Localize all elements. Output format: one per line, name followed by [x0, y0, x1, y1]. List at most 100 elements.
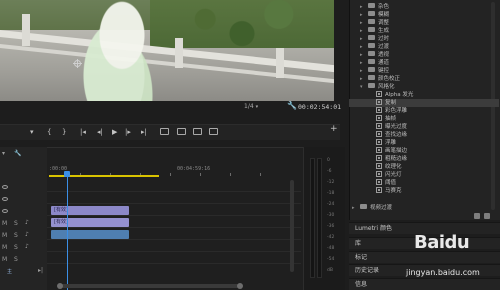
mute-icon[interactable]: M: [2, 256, 7, 263]
chevron-right-icon[interactable]: ▸: [360, 27, 366, 35]
chevron-right-icon[interactable]: ▸: [360, 19, 366, 27]
clip-label: [有效]: [54, 207, 68, 213]
effect-item[interactable]: ▸ 生成: [349, 27, 499, 35]
chevron-right-icon[interactable]: ▸: [360, 35, 366, 43]
voiceover-mic-icon[interactable]: ♪: [25, 231, 29, 238]
add-button-icon[interactable]: +: [330, 125, 338, 134]
settings-wrench-icon[interactable]: 🔧: [287, 101, 297, 110]
meter-scale-label: -42: [327, 235, 335, 240]
voiceover-mic-icon[interactable]: ♪: [25, 243, 29, 250]
video-clip[interactable]: [有效]: [51, 206, 129, 215]
go-to-out-icon[interactable]: ▸|: [141, 128, 147, 136]
chevron-right-icon[interactable]: ▸: [360, 3, 366, 11]
add-marker-icon[interactable]: ▾: [30, 128, 34, 136]
folder-icon: [368, 83, 375, 88]
voiceover-mic-icon[interactable]: ♪: [25, 219, 29, 226]
folder-icon: [368, 3, 375, 8]
comparison-view-icon[interactable]: [209, 128, 218, 135]
audio-clip[interactable]: [51, 230, 129, 239]
chevron-down-icon[interactable]: ▾: [360, 83, 366, 91]
anchor-crosshair-icon[interactable]: [73, 59, 82, 68]
timeline-horizontal-scrollbar[interactable]: [57, 283, 243, 289]
effect-icon: [376, 115, 382, 121]
effect-label: 画笔描边: [385, 148, 408, 154]
effect-label: 抽帧: [385, 116, 397, 122]
effect-item[interactable]: 闪光灯: [349, 171, 499, 179]
mute-icon[interactable]: M: [2, 220, 7, 227]
snap-icon[interactable]: ▾: [2, 150, 5, 157]
effect-item[interactable]: ▸ 调整: [349, 19, 499, 27]
effect-item[interactable]: 浮雕: [349, 139, 499, 147]
effect-label: 键控: [378, 68, 390, 74]
effect-item[interactable]: 画笔描边: [349, 147, 499, 155]
chevron-right-icon[interactable]: ▸: [360, 43, 366, 51]
effect-label: 复制: [385, 100, 397, 106]
meter-scale-label: -18: [327, 191, 335, 196]
mark-out-icon[interactable]: }: [62, 128, 66, 136]
effect-item[interactable]: ▸ 过时: [349, 35, 499, 43]
track-row-a1: [有效]: [47, 217, 301, 228]
watermark-logo: Baidu: [414, 232, 470, 253]
extract-icon[interactable]: [177, 128, 186, 135]
meter-scale-label: -30: [327, 213, 335, 218]
export-frame-icon[interactable]: [193, 128, 202, 135]
effect-item[interactable]: ▸ 过渡: [349, 43, 499, 51]
effect-item[interactable]: 彩色浮雕: [349, 107, 499, 115]
go-to-end-icon[interactable]: ▸|: [38, 267, 43, 274]
toggle-output-eye-icon[interactable]: [2, 185, 8, 189]
chevron-right-icon[interactable]: ▸: [360, 67, 366, 75]
effect-item[interactable]: ▸ 颜色校正: [349, 75, 499, 83]
effect-item[interactable]: Alpha 发光: [349, 91, 499, 99]
effect-item[interactable]: 粗糙边缘: [349, 155, 499, 163]
solo-icon[interactable]: S: [14, 220, 18, 227]
video-clip[interactable]: [有效]: [51, 218, 129, 227]
solo-icon[interactable]: S: [14, 256, 18, 263]
effect-icon: [376, 99, 382, 105]
effect-label: 风格化: [378, 84, 395, 90]
effect-label: 透视: [378, 52, 390, 58]
effect-label: 通道: [378, 60, 390, 66]
effect-item[interactable]: ▸ 键控: [349, 67, 499, 75]
go-to-in-icon[interactable]: |◂: [80, 128, 86, 136]
effect-item[interactable]: ▸ 通道: [349, 59, 499, 67]
timeline-wrench-icon[interactable]: 🔧: [14, 150, 21, 157]
effect-label: 浮雕: [385, 140, 397, 146]
solo-icon[interactable]: S: [14, 232, 18, 239]
mute-icon[interactable]: M: [2, 232, 7, 239]
zoom-select[interactable]: 1/4: [244, 103, 258, 110]
step-back-icon[interactable]: ◂|: [97, 128, 103, 136]
chevron-right-icon[interactable]: ▸: [360, 51, 366, 59]
effect-item[interactable]: 曝光过度: [349, 123, 499, 131]
chevron-right-icon[interactable]: ▸: [352, 204, 358, 212]
delete-icon[interactable]: [484, 213, 490, 219]
step-forward-icon[interactable]: |▸: [125, 128, 131, 136]
lift-icon[interactable]: [160, 128, 169, 135]
effect-item[interactable]: 查找边缘: [349, 131, 499, 139]
effect-item[interactable]: ▸ 视频过渡: [349, 204, 499, 212]
effect-item[interactable]: ▸ 模糊: [349, 11, 499, 19]
chevron-right-icon[interactable]: ▸: [360, 75, 366, 83]
chevron-right-icon[interactable]: ▸: [360, 59, 366, 67]
toggle-output-eye-icon[interactable]: [2, 209, 8, 213]
timeline-vertical-scrollbar[interactable]: [290, 180, 294, 272]
mute-icon[interactable]: M: [2, 244, 7, 251]
solo-icon[interactable]: S: [14, 244, 18, 251]
toggle-output-eye-icon[interactable]: [2, 197, 8, 201]
effect-item[interactable]: 阈值: [349, 179, 499, 187]
chevron-right-icon[interactable]: ▸: [360, 11, 366, 19]
effect-icon: [376, 179, 382, 185]
effect-item[interactable]: 复制: [349, 99, 499, 107]
effect-item[interactable]: 纹理化: [349, 163, 499, 171]
folder-icon: [368, 43, 375, 48]
effect-item[interactable]: ▾ 风格化: [349, 83, 499, 91]
effect-item[interactable]: ▸ 杂色: [349, 3, 499, 11]
effect-item[interactable]: 马赛克: [349, 187, 499, 195]
mark-in-icon[interactable]: {: [47, 128, 51, 136]
track-row-v3: [47, 181, 301, 192]
effect-item[interactable]: 抽帧: [349, 115, 499, 123]
folder-icon: [368, 67, 375, 72]
new-bin-icon[interactable]: [474, 213, 480, 219]
play-icon[interactable]: ▶: [112, 128, 117, 136]
effect-item[interactable]: ▸ 透视: [349, 51, 499, 59]
clip-label: [有效]: [54, 219, 68, 225]
